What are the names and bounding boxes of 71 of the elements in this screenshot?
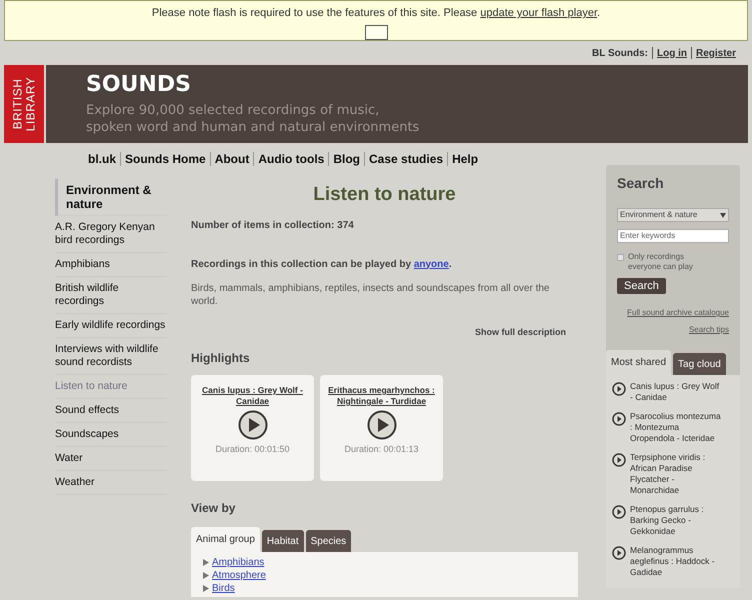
sidebar-item[interactable]: Amphibians xyxy=(55,253,167,277)
recording-link[interactable]: Erithacus megarhynchos : Nightingale - Turdidae xyxy=(324,385,439,407)
view-tab[interactable]: Habitat xyxy=(262,530,304,552)
checkbox-label: Only recordings everyone can play xyxy=(628,252,694,272)
logo-text: LIBRARY xyxy=(24,76,37,132)
highlights-heading: Highlights xyxy=(191,350,251,367)
list-tab[interactable]: Most shared xyxy=(606,350,672,375)
keyword-field[interactable]: Enter keywords xyxy=(617,228,729,242)
account-link[interactable]: Register xyxy=(696,46,736,60)
search-button[interactable]: Search xyxy=(617,278,666,294)
description: Birds, mammals, amphibians, reptiles, insects and soundscapes from all over the world. xyxy=(191,282,550,308)
duration: Duration: 00:01:13 xyxy=(344,443,419,456)
nav-link[interactable]: Case studies xyxy=(369,150,444,168)
caret-icon xyxy=(720,212,726,218)
play-icon[interactable] xyxy=(612,382,626,396)
view-tab[interactable]: Species xyxy=(306,530,352,552)
access-note: Recordings in this collection can be played by anyone. xyxy=(191,258,453,272)
sidebar-item[interactable]: Water xyxy=(55,447,167,471)
sidebar-item[interactable]: Interviews with wildlife sound recordists xyxy=(55,338,167,375)
show-description-link[interactable]: Show full description xyxy=(474,326,566,339)
shared-recording-link[interactable]: Melanogrammus aeglefinus : Haddock - Gadidae xyxy=(630,545,724,578)
sidebar-item[interactable]: A.R. Gregory Kenyan bird recordings xyxy=(55,216,167,253)
duration: Duration: 00:01:50 xyxy=(215,443,290,456)
site-title: SOUNDS xyxy=(86,71,192,99)
notice-text: Please note flash is required to use the features of this site. Please update your flash player. xyxy=(152,6,600,21)
logo-text: BRITISH xyxy=(11,78,24,130)
group-link[interactable]: Atmosphere xyxy=(212,569,266,582)
sidebar-item[interactable]: Sound effects xyxy=(55,399,167,423)
sidebar-item[interactable]: Early wildlife recordings xyxy=(55,314,167,338)
anyone-link[interactable]: anyone xyxy=(414,258,449,270)
library-logo[interactable]: BRITISH LIBRARY xyxy=(4,65,44,143)
group-link[interactable]: Amphibians xyxy=(212,556,264,569)
search-heading: Search xyxy=(617,174,665,193)
nav-link[interactable]: Audio tools xyxy=(258,150,324,168)
nav-link[interactable]: About xyxy=(214,150,250,168)
shared-recording-link[interactable]: Ptenopus garrulus : Barking Gecko - Gekkonidae xyxy=(630,504,724,537)
play-icon[interactable] xyxy=(612,453,626,467)
play-icon[interactable] xyxy=(238,410,268,440)
shared-recording-link[interactable]: Terpsiphone viridis : African Paradise Flycatcher - Monarchidae xyxy=(630,452,724,496)
catalogue-link[interactable]: Full sound archive catalogue xyxy=(627,307,729,319)
nav-link[interactable]: Blog xyxy=(333,150,360,168)
shared-recording-link[interactable]: Canis lupus : Grey Wolf - Canidae xyxy=(630,381,724,403)
collection-select[interactable]: Environment & nature xyxy=(617,208,729,222)
shared-recording-link[interactable]: Psarocolius montezuma : Montezuma Oropendola - Icteridae xyxy=(630,411,724,444)
sidebar-item[interactable]: Soundscapes xyxy=(55,423,167,447)
nav-link[interactable]: Sounds Home xyxy=(125,150,206,168)
sidebar-heading: Environment & nature xyxy=(55,179,167,216)
item-count: Number of items in collection: 374 xyxy=(191,218,355,232)
group-link[interactable]: Birds xyxy=(212,582,235,595)
select-value: Environment & nature xyxy=(620,209,698,221)
nav-link[interactable]: Help xyxy=(452,150,478,168)
checkbox[interactable] xyxy=(617,254,624,261)
recording-link[interactable]: Canis lupus : Grey Wolf - Canidae xyxy=(195,385,310,407)
account-link[interactable]: Log in xyxy=(656,46,687,60)
sidebar-item[interactable]: British wildlife recordings xyxy=(55,277,167,314)
view-by-heading: View by xyxy=(191,500,236,517)
play-icon[interactable] xyxy=(612,412,626,426)
nav-link[interactable]: bl.uk xyxy=(88,150,116,168)
account-label: BL Sounds: xyxy=(592,46,648,60)
flash-placeholder xyxy=(364,24,388,40)
sidebar-item[interactable]: Weather xyxy=(55,471,167,495)
view-tab[interactable]: Animal group xyxy=(191,527,260,552)
search-tips-link[interactable]: Search tips xyxy=(688,324,729,336)
tagline: spoken word and human and natural environments xyxy=(86,119,420,136)
play-icon[interactable] xyxy=(612,505,626,519)
tagline: Explore 90,000 selected recordings of music, xyxy=(86,102,380,119)
update-link[interactable]: update your flash player xyxy=(480,7,598,19)
list-tab[interactable]: Tag cloud xyxy=(673,353,726,375)
play-icon[interactable] xyxy=(366,410,396,440)
play-icon[interactable] xyxy=(612,546,626,560)
page-title: Listen to nature xyxy=(312,183,457,207)
